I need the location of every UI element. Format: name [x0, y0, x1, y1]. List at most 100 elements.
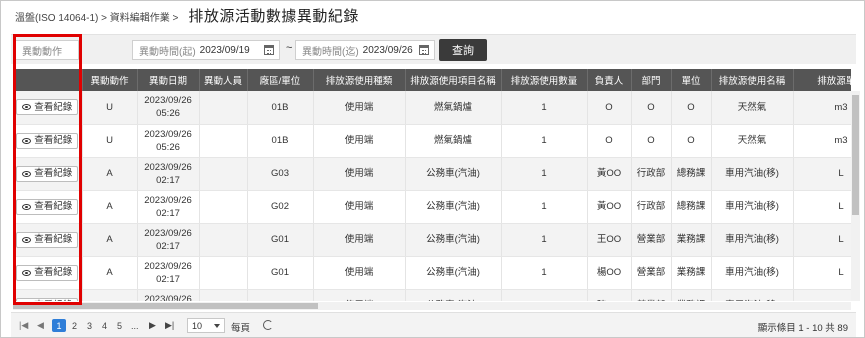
- view-record-button[interactable]: 查看紀錄: [16, 165, 79, 182]
- prev-page-icon[interactable]: ◀: [37, 319, 44, 332]
- column-header: [13, 69, 83, 91]
- kind-cell: 使用端: [313, 190, 406, 224]
- qty-cell: 1: [501, 256, 588, 290]
- page-2[interactable]: 2: [72, 319, 77, 332]
- view-record-label: 查看紀錄: [34, 168, 73, 179]
- view-record-label: 查看紀錄: [34, 234, 73, 245]
- per-page-label: 每頁: [231, 323, 251, 334]
- date-value: 2023/09/26: [144, 260, 192, 272]
- view-record-button[interactable]: 查看紀錄: [16, 198, 79, 215]
- page-1[interactable]: 1: [52, 319, 66, 332]
- action-cell: A: [82, 289, 138, 301]
- next-page-icon[interactable]: ▶: [149, 319, 156, 332]
- view-record-button[interactable]: 查看紀錄: [16, 99, 79, 116]
- name-cell: 天然氣: [711, 124, 794, 158]
- start-time-input[interactable]: 異動時間(起) 2023/09/19: [132, 40, 280, 60]
- view-record-button[interactable]: 查看紀錄: [16, 231, 79, 248]
- unit-cell: O: [671, 124, 712, 158]
- records-table-container[interactable]: 異動動作 異動日期 異動人員 廠區/單位 排放源使用種類 排放源使用項目名稱 排放源使用數量…: [13, 69, 851, 301]
- table-row[interactable]: 查看紀錄 A 2023/09/26 02:17 G01 使用端 公務車(汽油) 1 王OO 營業部…: [13, 223, 851, 257]
- dept-cell: 營業部: [631, 289, 672, 301]
- refresh-icon[interactable]: [263, 320, 273, 330]
- date-cell: 2023/09/2602:17: [137, 157, 200, 191]
- view-record-label: 查看紀錄: [34, 135, 73, 146]
- owner-cell: O: [587, 91, 632, 125]
- dept-cell: 行政部: [631, 157, 672, 191]
- src_unit-cell: L: [793, 223, 851, 257]
- view-record-button[interactable]: 查看紀錄: [16, 132, 79, 149]
- first-page-icon[interactable]: |◀: [19, 319, 28, 332]
- table-row[interactable]: 查看紀錄 A2023/09/2602:17 G01使用端公務車(汽油)1陳OO營業部…: [13, 289, 851, 301]
- unit-cell: 總務課: [671, 157, 712, 191]
- eye-icon: [22, 236, 32, 243]
- calendar-icon[interactable]: [264, 45, 274, 55]
- vertical-scrollbar[interactable]: [851, 91, 860, 301]
- time-value: 05:26: [156, 141, 180, 153]
- src_unit-cell: m3: [793, 91, 851, 125]
- eye-icon: [22, 170, 32, 177]
- breadcrumb[interactable]: 溫盤(ISO 14064-1) > 資料編輯作業 >: [15, 9, 178, 24]
- column-header: 排放源使用種類: [313, 69, 406, 91]
- page-3[interactable]: 3: [87, 319, 92, 332]
- page-5[interactable]: 5: [117, 319, 122, 332]
- vertical-scrollbar-thumb[interactable]: [852, 95, 859, 215]
- page-4[interactable]: 4: [102, 319, 107, 332]
- name-cell: 車用汽油(移): [711, 157, 794, 191]
- src_unit-cell: L: [793, 256, 851, 290]
- end-time-input[interactable]: 異動時間(迄) 2023/09/26: [295, 40, 435, 60]
- table-row[interactable]: 查看紀錄 A 2023/09/26 02:17 G01 使用端 公務車(汽油) 1 楊OO 營業部…: [13, 256, 851, 290]
- action-cell: 查看紀錄: [13, 223, 83, 257]
- table-row[interactable]: 查看紀錄 U 2023/09/26 05:26 01B 使用端 燃氣鍋爐 1 O O O 天然氣 m3: [13, 91, 851, 125]
- action-cell: 查看紀錄: [13, 91, 83, 125]
- action-cell: 查看紀錄: [13, 157, 83, 191]
- owner-cell: 楊OO: [587, 256, 632, 290]
- view-record-label: 查看紀錄: [34, 201, 73, 212]
- column-header: 廠區/單位: [247, 69, 314, 91]
- page-more[interactable]: ...: [131, 319, 139, 332]
- last-page-icon[interactable]: ▶|: [165, 319, 174, 332]
- action-filter-input[interactable]: 異動動作: [15, 40, 79, 60]
- search-button[interactable]: 查詢: [439, 39, 487, 61]
- horizontal-scrollbar[interactable]: [13, 302, 851, 310]
- end-time-value: 2023/09/26: [362, 44, 413, 56]
- person-cell: [199, 256, 248, 290]
- action-cell: A: [82, 157, 138, 191]
- column-header: 排放源使用項目名稱: [405, 69, 502, 91]
- view-record-button[interactable]: 查看紀錄: [16, 297, 79, 301]
- action-cell: A: [82, 190, 138, 224]
- time-value: 02:17: [156, 207, 180, 219]
- page-title: 排放源活動數據異動紀錄: [188, 8, 359, 25]
- unit-cell: 總務課: [671, 190, 712, 224]
- kind-cell: 使用端: [313, 289, 406, 301]
- person-cell: [199, 157, 248, 191]
- action-cell: 查看紀錄: [13, 289, 83, 301]
- qty-cell: 1: [501, 157, 588, 191]
- site-cell: 01B: [247, 91, 314, 125]
- kind-cell: 使用端: [313, 124, 406, 158]
- table-row[interactable]: 查看紀錄 A 2023/09/26 02:17 G02 使用端 公務車(汽油) 1 黃OO 行政部…: [13, 190, 851, 224]
- owner-cell: 黃OO: [587, 157, 632, 191]
- dept-cell: 營業部: [631, 223, 672, 257]
- date-value: 2023/09/26: [144, 95, 192, 107]
- horizontal-scrollbar-thumb[interactable]: [13, 303, 318, 309]
- pagination-bar: |◀ ◀ 1 2 3 4 5 ... ▶ ▶| 10 每頁 顯示條目 1 - 1…: [11, 312, 856, 337]
- action-filter-placeholder: 異動動作: [22, 46, 62, 58]
- name-cell: 天然氣: [711, 91, 794, 125]
- site-cell: G01: [247, 289, 314, 301]
- eye-icon: [22, 203, 32, 210]
- calendar-icon[interactable]: [419, 45, 429, 55]
- qty-cell: 1: [501, 124, 588, 158]
- table-row[interactable]: 查看紀錄 A 2023/09/26 02:17 G03 使用端 公務車(汽油) 1 黃OO 行政部…: [13, 157, 851, 191]
- page-size-select[interactable]: 10: [187, 318, 225, 333]
- column-header: 單位: [671, 69, 712, 91]
- column-header: 部門: [631, 69, 672, 91]
- view-record-button[interactable]: 查看紀錄: [16, 264, 79, 281]
- kind-cell: 使用端: [313, 256, 406, 290]
- filter-bar: 異動動作 異動時間(起) 2023/09/19 ~ 異動時間(迄) 2023/0…: [11, 34, 856, 64]
- action-cell: 查看紀錄: [13, 190, 83, 224]
- eye-icon: [22, 104, 32, 111]
- kind-cell: 使用端: [313, 91, 406, 125]
- table-row[interactable]: 查看紀錄 U 2023/09/26 05:26 01B 使用端 燃氣鍋爐 1 O O O 天然氣 m3: [13, 124, 851, 158]
- unit-cell: 業務課: [671, 223, 712, 257]
- owner-cell: O: [587, 124, 632, 158]
